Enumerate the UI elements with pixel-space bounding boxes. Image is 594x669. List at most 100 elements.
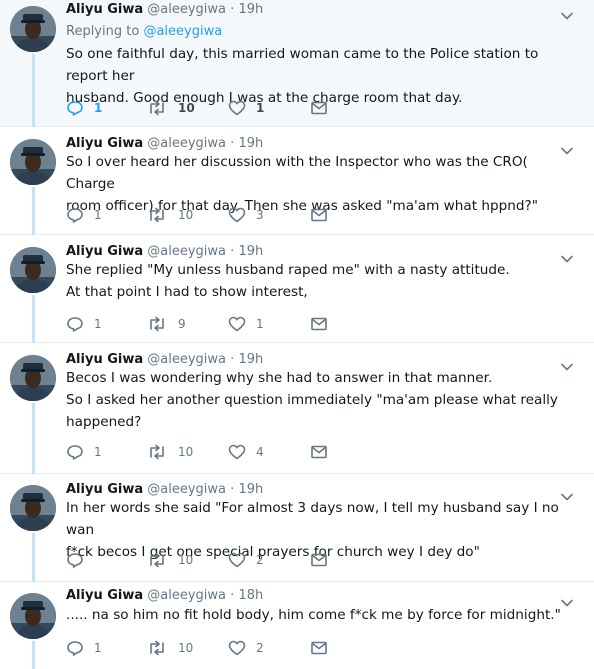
heart-icon (228, 552, 246, 568)
direct-message-button[interactable] (310, 98, 328, 118)
envelope-icon (310, 101, 328, 115)
author-name[interactable]: Aliyu Giwa (66, 2, 143, 17)
envelope-icon (310, 317, 328, 331)
reply-count: 1 (94, 317, 102, 331)
tweet-text-line: Becos I was wondering why she had to ans… (66, 370, 493, 386)
tweet[interactable]: Aliyu Giwa @aleeygiwa · 19h She replied … (0, 235, 594, 343)
retweet-count: 10 (178, 101, 195, 115)
tweet[interactable]: Aliyu Giwa @aleeygiwa · 19h Becos I was … (0, 343, 594, 474)
author-name[interactable]: Aliyu Giwa (66, 136, 143, 151)
author-handle[interactable]: @aleeygiwa (147, 482, 226, 497)
chevron-down-icon[interactable] (560, 141, 574, 155)
like-button[interactable]: 4 (228, 442, 264, 462)
chevron-down-icon[interactable] (560, 593, 574, 607)
thread-connector (32, 295, 35, 343)
replying-to-link[interactable]: @aleeygiwa (143, 24, 222, 39)
direct-message-button[interactable] (310, 550, 328, 570)
tweet-actions: 1 10 2 (66, 638, 366, 658)
retweet-icon (146, 207, 168, 223)
like-button[interactable]: 1 (228, 314, 264, 334)
direct-message-button[interactable] (310, 638, 328, 658)
tweet-timestamp[interactable]: 18h (238, 588, 263, 603)
reply-icon (66, 444, 84, 460)
retweet-button[interactable]: 10 (146, 98, 195, 118)
envelope-icon (310, 553, 328, 567)
author-handle[interactable]: @aleeygiwa (147, 136, 226, 151)
like-button[interactable]: 3 (228, 205, 264, 225)
avatar[interactable] (10, 355, 56, 401)
replying-to: Replying to @aleeygiwa (66, 24, 222, 39)
tweet[interactable]: Aliyu Giwa @aleeygiwa · 18h ..... na so … (0, 582, 594, 669)
thread-connector (32, 403, 35, 474)
author-name[interactable]: Aliyu Giwa (66, 588, 143, 603)
reply-button[interactable]: 1 (66, 205, 102, 225)
tweet-text-line: ..... na so him no fit hold body, him co… (66, 607, 561, 623)
tweet-timestamp[interactable]: 19h (238, 136, 263, 151)
tweet-text-line: happened? (66, 414, 142, 430)
chevron-down-icon[interactable] (560, 357, 574, 371)
tweet-header: Aliyu Giwa @aleeygiwa · 19h (66, 2, 263, 17)
like-button[interactable]: 1 (228, 98, 264, 118)
avatar[interactable] (10, 247, 56, 293)
chevron-down-icon[interactable] (560, 6, 574, 20)
direct-message-button[interactable] (310, 314, 328, 334)
author-name[interactable]: Aliyu Giwa (66, 352, 143, 367)
tweet[interactable]: Aliyu Giwa @aleeygiwa · 19h So I over he… (0, 127, 594, 235)
thread-connector (32, 187, 35, 235)
retweet-count: 10 (178, 445, 194, 459)
chevron-down-icon[interactable] (560, 487, 574, 501)
author-handle[interactable]: @aleeygiwa (147, 588, 226, 603)
tweet-actions: 1 10 1 (66, 98, 366, 118)
direct-message-button[interactable] (310, 442, 328, 462)
tweet-timestamp[interactable]: 19h (238, 482, 263, 497)
heart-icon (228, 207, 246, 223)
author-handle[interactable]: @aleeygiwa (147, 2, 226, 17)
like-button[interactable]: 2 (228, 638, 264, 658)
reply-button[interactable]: 1 (66, 638, 102, 658)
tweet-timestamp[interactable]: 19h (238, 244, 263, 259)
like-count: 1 (256, 317, 264, 331)
reply-button[interactable]: 1 (66, 442, 102, 462)
envelope-icon (310, 641, 328, 655)
author-name[interactable]: Aliyu Giwa (66, 482, 143, 497)
retweet-count: 10 (178, 208, 194, 222)
author-handle[interactable]: @aleeygiwa (147, 244, 226, 259)
like-count: 2 (256, 553, 264, 567)
chevron-down-icon[interactable] (560, 249, 574, 263)
retweet-count: 10 (178, 641, 194, 655)
reply-button[interactable]: 1 (66, 98, 102, 118)
retweet-button[interactable]: 10 (146, 550, 193, 570)
tweet-text: ..... na so him no fit hold body, him co… (66, 604, 566, 626)
retweet-icon (146, 640, 168, 656)
retweet-count: 9 (178, 317, 186, 331)
reply-button[interactable] (66, 550, 94, 570)
tweet-timestamp[interactable]: 19h (238, 2, 263, 17)
separator-dot: · (230, 482, 235, 497)
retweet-button[interactable]: 10 (146, 205, 193, 225)
tweet-timestamp[interactable]: 19h (238, 352, 263, 367)
tweet[interactable]: Aliyu Giwa @aleeygiwa · 19h Replying to … (0, 0, 594, 127)
reply-button[interactable]: 1 (66, 314, 102, 334)
reply-icon (66, 100, 84, 116)
avatar[interactable] (10, 485, 56, 531)
direct-message-button[interactable] (310, 205, 328, 225)
tweet[interactable]: Aliyu Giwa @aleeygiwa · 19h In her words… (0, 474, 594, 582)
retweet-button[interactable]: 10 (146, 442, 193, 462)
tweet-text-line: So I asked her another question immediat… (66, 392, 558, 408)
tweet-header: Aliyu Giwa @aleeygiwa · 19h (66, 244, 263, 259)
like-count: 2 (256, 641, 264, 655)
envelope-icon (310, 445, 328, 459)
reply-icon (66, 552, 84, 568)
avatar[interactable] (10, 139, 56, 185)
author-name[interactable]: Aliyu Giwa (66, 244, 143, 259)
reply-icon (66, 640, 84, 656)
author-handle[interactable]: @aleeygiwa (147, 352, 226, 367)
tweet-header: Aliyu Giwa @aleeygiwa · 19h (66, 136, 263, 151)
like-button[interactable]: 2 (228, 550, 264, 570)
retweet-button[interactable]: 9 (146, 314, 186, 334)
avatar[interactable] (10, 6, 56, 52)
separator-dot: · (230, 244, 235, 259)
retweet-button[interactable]: 10 (146, 638, 193, 658)
reply-icon (66, 316, 84, 332)
avatar[interactable] (10, 593, 56, 639)
